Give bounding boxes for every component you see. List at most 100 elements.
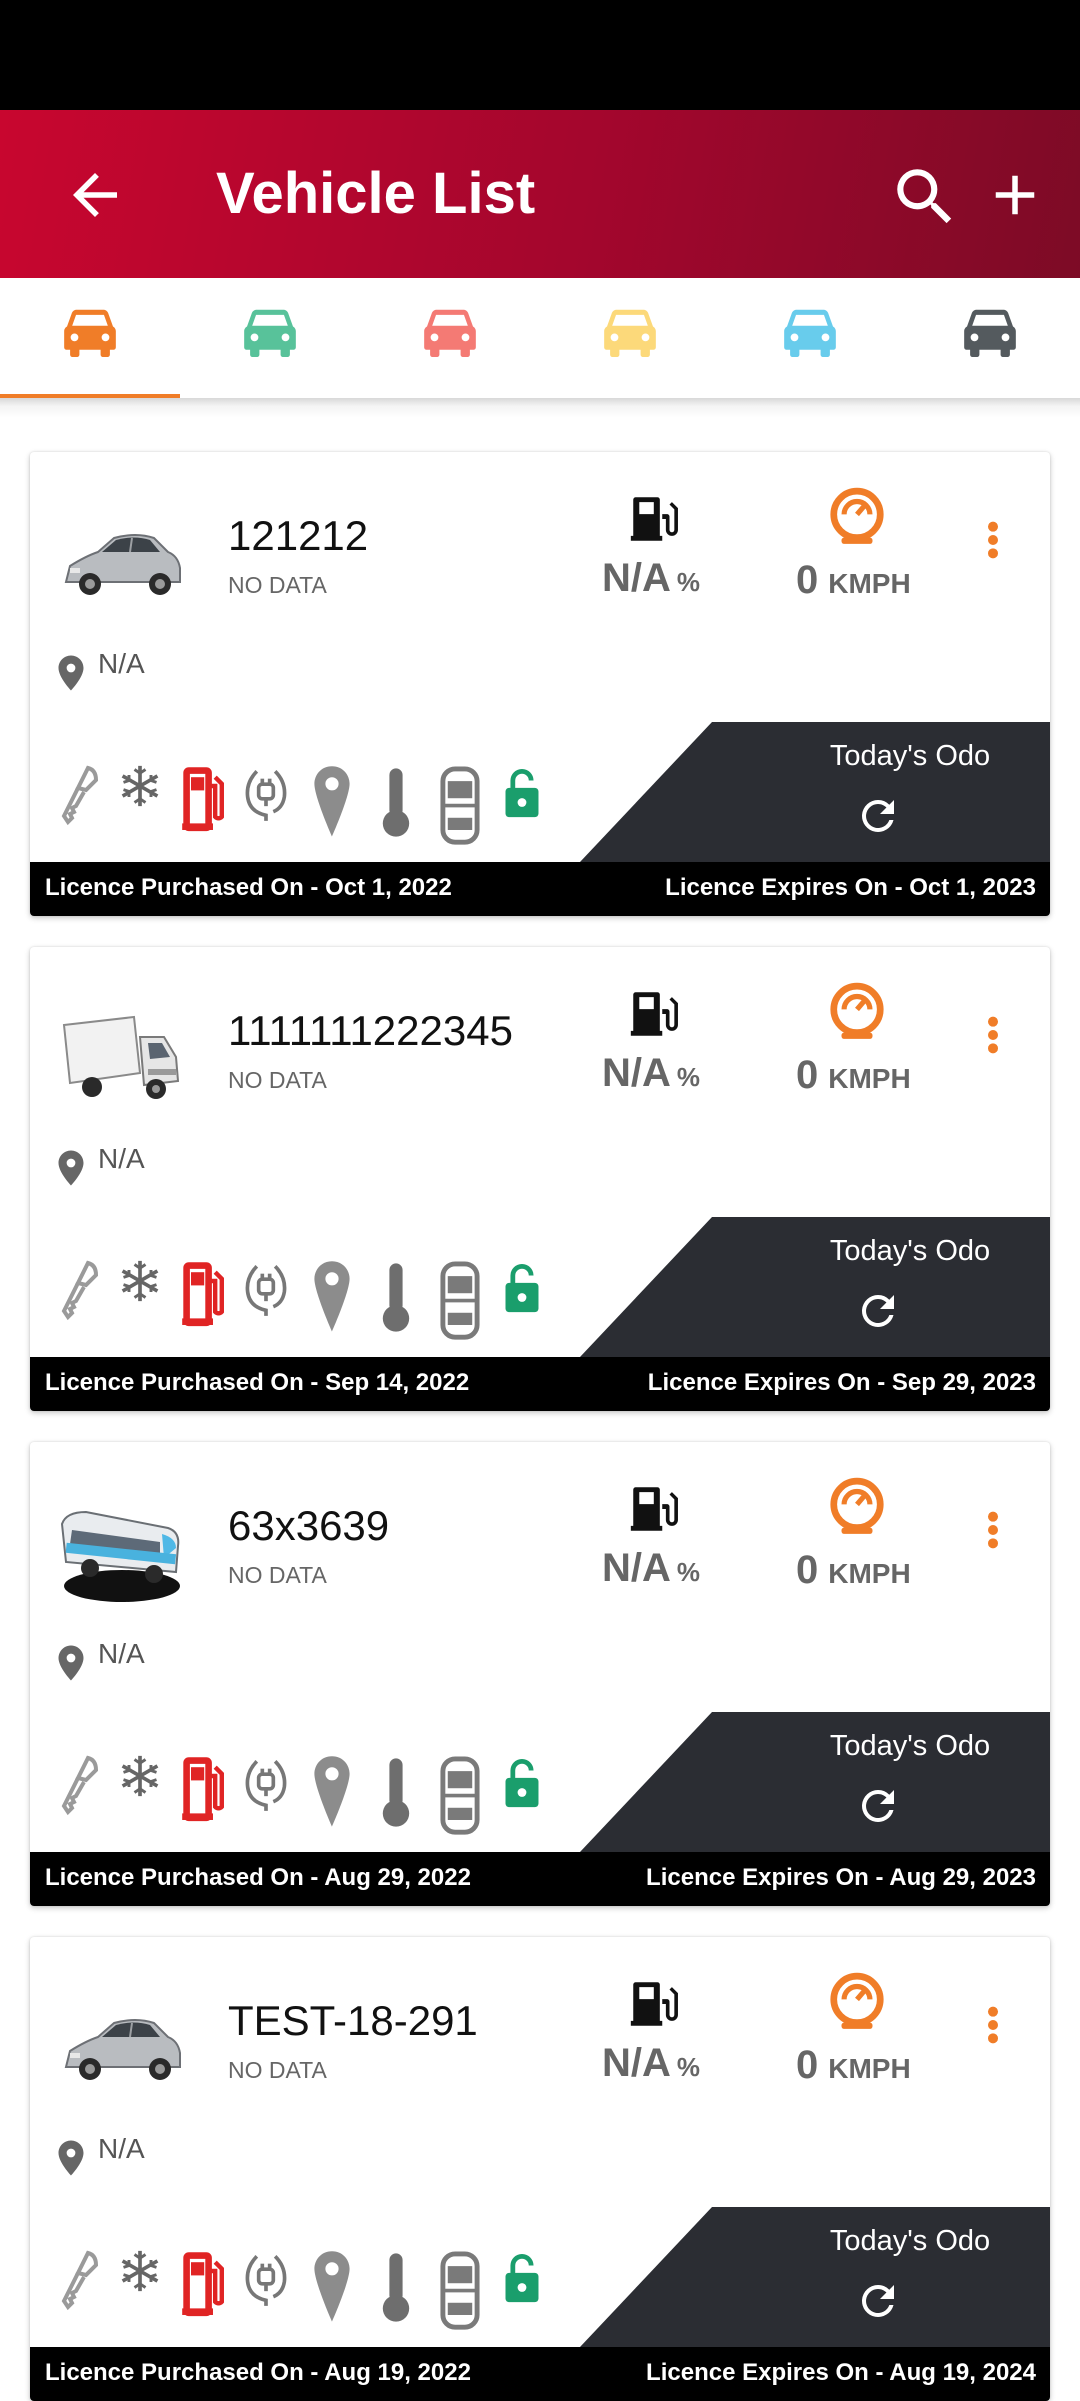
ac-snowflake-icon (118, 1754, 162, 1816)
more-options-icon[interactable] (986, 2005, 1000, 2045)
vehicle-image (56, 512, 186, 612)
licence-bar: Licence Purchased On - Oct 1, 2022 Licenc… (30, 862, 1050, 916)
licence-purchased: Licence Purchased On - Sep 14, 2022 (45, 1369, 470, 1396)
speedometer-icon (830, 982, 884, 1039)
licence-expires: Licence Expires On - Oct 1, 2023 (665, 874, 1036, 901)
door-icon (438, 764, 482, 845)
refresh-icon[interactable] (854, 1782, 902, 1830)
location-pin-icon (58, 655, 84, 691)
speed-reading: 0 KMPH (796, 558, 911, 603)
refresh-icon[interactable] (854, 792, 902, 840)
tab-no-data[interactable] (900, 278, 1080, 402)
more-options-icon[interactable] (986, 1510, 1000, 1550)
vehicle-location: N/A (98, 1638, 145, 1669)
more-options-icon[interactable] (986, 1015, 1000, 1055)
car-icon (964, 309, 1016, 358)
tab-all[interactable] (0, 278, 180, 402)
fuel-unit: % (676, 2052, 701, 2082)
temperature-icon (374, 1754, 418, 1827)
car-icon (64, 309, 116, 358)
speed-reading: 0 KMPH (796, 2043, 911, 2088)
lock-icon (500, 1259, 544, 1321)
ac-snowflake-icon (118, 2249, 162, 2311)
location-pin-icon (58, 1645, 84, 1681)
vehicle-card[interactable]: TEST-18-291 NO DATA N/A% 0 KMPH N/A Today's Od… (30, 1937, 1050, 2401)
tab-divider (0, 398, 1080, 418)
door-icon (438, 2249, 482, 2330)
speed-unit: KMPH (828, 2053, 911, 2084)
licence-expires: Licence Expires On - Aug 29, 2023 (646, 1864, 1036, 1891)
fuel-value: N/A (602, 556, 671, 600)
car-icon (244, 309, 296, 358)
licence-expires: Licence Expires On - Aug 19, 2024 (646, 2359, 1036, 2386)
speed-value: 0 (796, 2043, 819, 2087)
vehicle-image (56, 1502, 186, 1602)
fuel-value: N/A (602, 2041, 671, 2085)
ignition-key-icon (56, 764, 100, 826)
power-plug-icon (244, 1754, 288, 1816)
todays-odo-label: Today's Odo (829, 2225, 991, 2257)
tab-running[interactable] (180, 278, 360, 402)
todays-odo-label: Today's Odo (829, 740, 991, 772)
more-options-icon[interactable] (986, 520, 1000, 560)
car-icon (604, 309, 656, 358)
fuel-pump-icon (180, 2249, 224, 2317)
licence-purchased: Licence Purchased On - Aug 19, 2022 (45, 2359, 471, 2386)
fuel-pump-icon (180, 764, 224, 832)
fuel-unit: % (676, 1557, 701, 1587)
fuel-unit: % (676, 567, 701, 597)
back-arrow-icon[interactable] (62, 162, 128, 228)
vehicle-location: N/A (98, 1143, 145, 1174)
door-icon (438, 1259, 482, 1340)
fuel-value: N/A (602, 1051, 671, 1095)
vehicle-name: 121212 (228, 512, 369, 559)
power-plug-icon (244, 764, 288, 826)
licence-bar: Licence Purchased On - Aug 29, 2022 Licen… (30, 1852, 1050, 1906)
temperature-icon (374, 764, 418, 837)
fuel-reading: N/A% (602, 1051, 700, 1096)
vehicle-location: N/A (98, 2133, 145, 2164)
vehicle-image (56, 1997, 186, 2097)
vehicle-card[interactable]: 1111111222345 NO DATA N/A% 0 KMPH N/A Today's … (30, 947, 1050, 1411)
refresh-icon[interactable] (854, 2277, 902, 2325)
vehicle-card[interactable]: 63x3639 NO DATA N/A% 0 KMPH N/A Today's Odo Lic… (30, 1442, 1050, 1906)
licence-expires: Licence Expires On - Sep 29, 2023 (647, 1369, 1036, 1396)
tab-inactive[interactable] (720, 278, 900, 402)
power-plug-icon (244, 2249, 288, 2311)
vehicle-status: NO DATA (228, 1067, 327, 1093)
fuel-gauge-icon (630, 1487, 678, 1531)
search-icon[interactable] (888, 160, 962, 234)
add-icon[interactable] (982, 162, 1048, 228)
todays-odo-label: Today's Odo (829, 1235, 991, 1267)
fuel-gauge-icon (630, 992, 678, 1036)
car-icon (784, 309, 836, 358)
licence-bar: Licence Purchased On - Sep 14, 2022 Licen… (30, 1357, 1050, 1411)
fuel-reading: N/A% (602, 556, 700, 601)
vehicle-status: NO DATA (228, 572, 327, 598)
speed-unit: KMPH (828, 568, 911, 599)
speed-reading: 0 KMPH (796, 1548, 911, 1593)
tab-stopped[interactable] (360, 278, 540, 402)
vehicle-location: N/A (98, 648, 145, 679)
vehicle-card[interactable]: 121212 NO DATA N/A% 0 KMPH N/A Today's Odo Lice… (30, 452, 1050, 916)
vehicle-status: NO DATA (228, 1562, 327, 1588)
speedometer-icon (830, 1972, 884, 2029)
status-bar (0, 0, 1080, 110)
licence-purchased: Licence Purchased On - Aug 29, 2022 (45, 1864, 471, 1891)
refresh-icon[interactable] (854, 1287, 902, 1335)
fuel-gauge-icon (630, 497, 678, 541)
ac-snowflake-icon (118, 764, 162, 826)
fuel-reading: N/A% (602, 2041, 700, 2086)
licence-bar: Licence Purchased On - Aug 19, 2022 Licen… (30, 2347, 1050, 2401)
tab-idle[interactable] (540, 278, 720, 402)
location-pin-icon (58, 2140, 84, 2176)
ignition-key-icon (56, 2249, 100, 2311)
fuel-pump-icon (180, 1754, 224, 1822)
page-title: Vehicle List (216, 161, 536, 226)
ac-snowflake-icon (118, 1259, 162, 1321)
speed-value: 0 (796, 558, 819, 602)
vehicle-status-tabs (0, 278, 1080, 402)
location-pin-icon (310, 1754, 354, 1827)
temperature-icon (374, 2249, 418, 2322)
temperature-icon (374, 1259, 418, 1332)
